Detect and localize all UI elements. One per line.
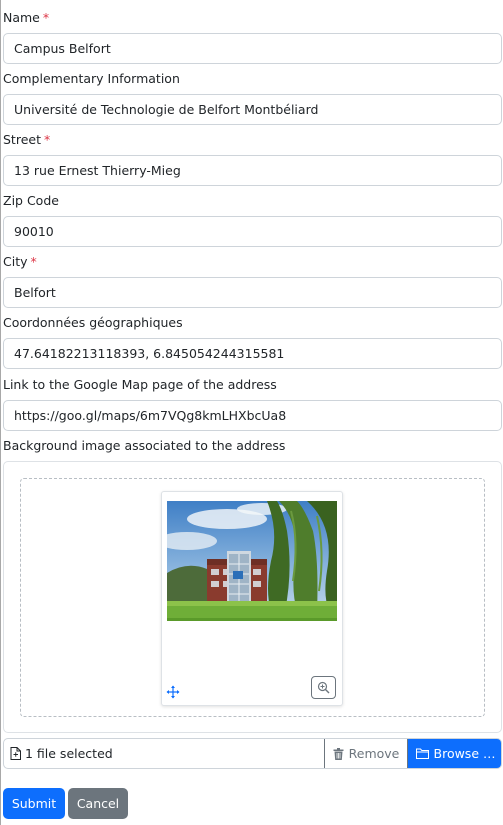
coordinates-input[interactable]: 47.64182213118393, 6.845054244315581 bbox=[3, 338, 502, 369]
window-edge bbox=[0, 0, 1, 825]
required-marker: * bbox=[30, 254, 37, 269]
name-label: Name * bbox=[3, 10, 50, 25]
file-preview-thumbnail bbox=[161, 491, 343, 706]
move-icon[interactable] bbox=[166, 685, 180, 699]
submit-button[interactable]: Submit bbox=[3, 788, 65, 819]
file-caption: 1 file selected bbox=[10, 739, 113, 768]
browse-label: Browse … bbox=[433, 746, 496, 761]
street-label: Street * bbox=[3, 132, 51, 147]
zoom-button[interactable] bbox=[311, 676, 336, 699]
zip-code-input[interactable]: 90010 bbox=[3, 216, 502, 247]
street-input[interactable]: 13 rue Ernest Thierry-Mieg bbox=[3, 155, 502, 186]
campus-building-photo bbox=[167, 501, 337, 621]
zoom-in-icon bbox=[317, 681, 330, 694]
coordinates-label: Coordonnées géographiques bbox=[3, 315, 183, 330]
name-input[interactable]: Campus Belfort bbox=[3, 33, 502, 64]
file-input-group: 1 file selected Remove Browse … bbox=[3, 738, 502, 769]
file-preview-panel bbox=[3, 461, 502, 733]
complementary-info-label: Complementary Information bbox=[3, 71, 180, 86]
folder-icon bbox=[415, 748, 429, 759]
required-marker: * bbox=[42, 10, 50, 25]
map-link-label: Link to the Google Map page of the addre… bbox=[3, 377, 277, 392]
file-caption-text: 1 file selected bbox=[25, 746, 113, 761]
cancel-button[interactable]: Cancel bbox=[68, 788, 128, 819]
required-marker: * bbox=[43, 132, 51, 147]
file-drop-zone[interactable] bbox=[20, 478, 485, 717]
remove-label: Remove bbox=[348, 746, 400, 761]
file-icon bbox=[10, 747, 21, 760]
background-image-label: Background image associated to the addre… bbox=[3, 438, 286, 453]
map-link-input[interactable]: https://goo.gl/maps/6m7VQg8kmLHXbcUa8 bbox=[3, 400, 502, 431]
city-input[interactable]: Belfort bbox=[3, 277, 502, 308]
complementary-info-input[interactable]: Université de Technologie de Belfort Mon… bbox=[3, 94, 502, 125]
zip-code-label: Zip Code bbox=[3, 193, 59, 208]
remove-file-button[interactable]: Remove bbox=[324, 739, 408, 768]
city-label: City * bbox=[3, 254, 37, 269]
browse-button[interactable]: Browse … bbox=[408, 739, 501, 768]
trash-icon bbox=[333, 747, 344, 760]
